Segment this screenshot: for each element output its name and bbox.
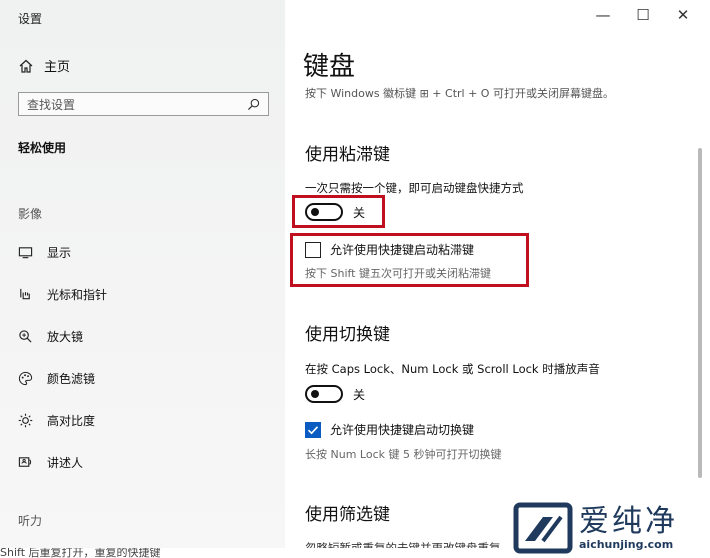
sidebar-item-label: 放大镜 xyxy=(47,329,84,344)
sidebar-item-label: 显示 xyxy=(47,245,72,260)
toggle-keys-description: 在按 Caps Lock、Num Lock 或 Scroll Lock 时播放声… xyxy=(305,362,600,376)
sidebar-item-label: 高对比度 xyxy=(47,413,96,428)
sidebar-item-high-contrast[interactable]: 高对比度 xyxy=(18,410,95,430)
highlight-box-toggle xyxy=(292,195,385,228)
sidebar-item-color-filter[interactable]: 颜色滤镜 xyxy=(18,368,95,388)
home-icon xyxy=(19,59,33,73)
watermark-url: aichunjing.com xyxy=(579,537,674,551)
toggle-keys-heading: 使用切换键 xyxy=(305,325,390,345)
maximize-button[interactable]: ☐ xyxy=(632,6,654,24)
scrollbar-thumb[interactable] xyxy=(698,148,702,478)
toggle-switch[interactable] xyxy=(305,385,343,403)
sidebar-item-display[interactable]: 显示 xyxy=(18,242,71,262)
sticky-keys-description: 一次只需按一个键，即可启动键盘快捷方式 xyxy=(305,181,524,195)
search-input[interactable]: 查找设置 xyxy=(18,92,269,116)
watermark-text: 爱纯净 xyxy=(579,503,678,539)
sidebar-item-magnifier[interactable]: 放大镜 xyxy=(18,326,83,346)
watermark: 爱纯净 aichunjing.com xyxy=(513,500,707,556)
sidebar-item-label: 光标和指针 xyxy=(47,287,108,302)
search-icon xyxy=(247,98,260,110)
sidebar-item-home[interactable]: 主页 xyxy=(18,56,70,75)
palette-icon xyxy=(18,371,33,385)
monitor-icon xyxy=(18,246,33,258)
checkmark-icon xyxy=(307,425,319,434)
toggle-keys-shortcut-checkbox-row[interactable]: 允许使用快捷键启动切换键 xyxy=(305,421,474,438)
group-label-vision: 影像 xyxy=(18,207,43,221)
toggle-state-label: 关 xyxy=(353,387,366,402)
settings-window: 设置 主页 查找设置 轻松使用 影像 显示 光标和指针 放大镜 颜色滤镜 高对比… xyxy=(0,0,710,558)
search-placeholder: 查找设置 xyxy=(27,97,76,112)
page-title: 键盘 xyxy=(303,52,356,82)
close-button[interactable]: ✕ xyxy=(672,6,694,24)
narrator-icon xyxy=(18,456,32,467)
watermark-logo-icon xyxy=(513,502,573,554)
sticky-keys-heading: 使用粘滞键 xyxy=(305,145,390,165)
minimize-button[interactable]: — xyxy=(592,6,614,24)
filter-keys-heading: 使用筛选键 xyxy=(305,505,390,525)
toggle-keys-shortcut-checkbox[interactable] xyxy=(305,421,321,438)
sidebar: 设置 主页 查找设置 轻松使用 影像 显示 光标和指针 放大镜 颜色滤镜 高对比… xyxy=(0,0,285,548)
magnifier-icon xyxy=(19,329,32,343)
highlight-box-checkbox xyxy=(290,233,529,287)
toggle-keys-hint: 长按 Num Lock 键 5 秒钟可打开切换键 xyxy=(305,448,502,461)
window-title: 设置 xyxy=(18,12,43,26)
sidebar-item-label: 颜色滤镜 xyxy=(47,371,96,386)
toggle-knob xyxy=(311,390,319,398)
bottom-clipped-text: Shift 后重复打开，重复的快捷键 xyxy=(0,548,161,558)
sidebar-item-pointer[interactable]: 光标和指针 xyxy=(18,284,107,304)
checkbox-label: 允许使用快捷键启动切换键 xyxy=(330,423,475,437)
page-subtitle: 按下 Windows 徽标键 ⊞ + Ctrl + O 可打开或关闭屏幕键盘。 xyxy=(305,87,614,100)
group-label-hearing: 听力 xyxy=(18,514,43,528)
contrast-icon xyxy=(18,413,33,427)
pointer-icon xyxy=(20,288,30,299)
sidebar-item-label: 主页 xyxy=(44,60,71,75)
category-heading: 轻松使用 xyxy=(18,141,67,155)
toggle-keys-toggle[interactable]: 关 xyxy=(305,385,365,403)
sidebar-item-narrator[interactable]: 讲述人 xyxy=(18,452,83,472)
sidebar-item-label: 讲述人 xyxy=(47,455,84,470)
